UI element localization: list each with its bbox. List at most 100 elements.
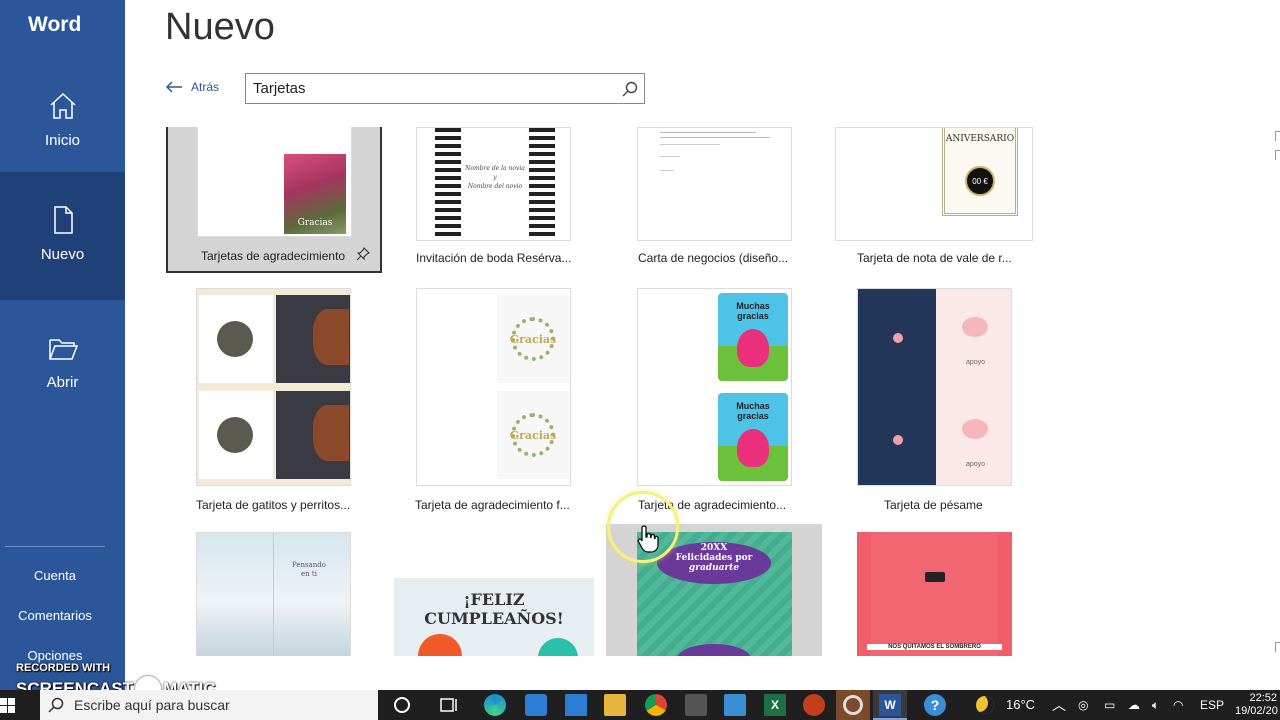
taskbar-search-placeholder: Escribe aquí para buscar — [74, 697, 230, 713]
home-icon — [49, 92, 76, 119]
pin-icon[interactable] — [356, 247, 370, 261]
calculator-icon[interactable] — [685, 694, 707, 716]
template-tile[interactable]: Carta de negocios (diseño... — [636, 127, 806, 267]
help-icon[interactable]: ? — [924, 694, 946, 716]
word-icon: W — [879, 694, 901, 716]
back-button[interactable]: Atrás — [165, 80, 219, 94]
thumb-text: apoyo — [965, 461, 986, 468]
thumb-text: Muchas — [736, 401, 770, 411]
template-tile[interactable]: ¡FELIZ CUMPLEAÑOS! — [394, 578, 594, 656]
thumb-text: Nombre de la novia — [465, 165, 525, 172]
tray-clock[interactable]: 22:52 19/02/20 — [1235, 692, 1278, 718]
task-view-icon[interactable] — [438, 694, 460, 716]
tray-chevron-up-icon[interactable]: ︿ — [1052, 695, 1066, 715]
powerpoint-icon[interactable] — [803, 694, 825, 716]
scrollbar-tick[interactable] — [1275, 150, 1280, 160]
sidebar-link-options[interactable]: Opciones — [0, 648, 110, 663]
chrome-icon[interactable] — [645, 694, 667, 716]
back-label: Atrás — [191, 80, 220, 94]
template-label: Tarjeta de gatitos y perritos... — [196, 498, 351, 512]
nav-home-label: Inicio — [44, 132, 81, 149]
thumb-text: Pensando — [291, 561, 326, 569]
mail-icon[interactable] — [565, 694, 587, 716]
template-thumbnail: ¡FELIZ CUMPLEAÑOS! — [394, 578, 594, 656]
template-tile[interactable]: ANIVERSARIO 00 € Tarjeta de nota de vale… — [835, 127, 1035, 267]
nav-open[interactable]: Abrir — [0, 300, 125, 428]
template-thumbnail — [196, 288, 351, 486]
hand-cursor-icon — [637, 525, 659, 553]
thumb-text: en ti — [301, 570, 317, 578]
tray-volume-icon[interactable]: 🔈︎ — [1152, 698, 1159, 713]
thumb-text: gracias — [737, 411, 769, 421]
tray-wifi-icon[interactable]: ◠ — [1173, 698, 1183, 712]
sidebar-link-feedback[interactable]: Comentarios — [0, 608, 110, 623]
nav-new[interactable]: Nuevo — [0, 172, 125, 300]
weather-moon-icon — [976, 696, 994, 714]
template-tile[interactable]: Pensando en ti — [196, 532, 356, 656]
excel-icon[interactable]: X — [764, 694, 786, 716]
word-app-button[interactable]: W — [873, 690, 907, 720]
nav-home[interactable]: Inicio — [0, 58, 125, 186]
input-language[interactable]: ESP — [1200, 698, 1224, 712]
template-tile[interactable]: Muchas gracias Muchas gracias Tarjeta de… — [636, 288, 806, 518]
sidebar-link-account[interactable]: Cuenta — [0, 568, 110, 583]
template-search-box[interactable]: Tarjetas — [245, 73, 645, 104]
template-label: Tarjetas de agradecimiento — [201, 249, 346, 263]
scrollbar-tick[interactable] — [1275, 642, 1280, 652]
search-input[interactable]: Tarjetas — [246, 80, 616, 97]
windows-start-icon[interactable] — [0, 698, 16, 714]
thumb-text: Gracias — [297, 218, 333, 228]
arrow-left-icon — [165, 81, 182, 93]
thumb-text: apoyo — [965, 359, 986, 366]
search-icon — [622, 81, 638, 96]
nav-open-label: Abrir — [46, 374, 79, 391]
tray-network-icon[interactable]: ▭ — [1104, 698, 1115, 712]
screencast-app-button[interactable] — [836, 690, 870, 720]
template-tile[interactable]: Nombre de la novia y Nombre del novio In… — [415, 127, 575, 267]
template-tile[interactable]: Gracias Tarjetas de agradecimiento — [166, 127, 382, 273]
word-new-screen: Word Inicio Nuevo Abrir Cuenta Comentari… — [0, 0, 1280, 720]
sidebar-divider — [5, 546, 105, 547]
template-thumbnail: Gracias Gracias — [416, 288, 571, 486]
folder-open-icon — [48, 339, 78, 360]
template-label: Tarjeta de pésame — [884, 498, 983, 512]
thumb-text: gracias — [737, 311, 769, 321]
template-label: Invitación de boda Resérva... — [416, 251, 572, 265]
tray-onedrive-icon[interactable]: ☁ — [1128, 698, 1140, 712]
photos-icon[interactable] — [724, 694, 746, 716]
template-label: Carta de negocios (diseño... — [638, 251, 789, 265]
thumb-text: y — [493, 174, 497, 181]
tray-location-icon[interactable]: ◎ — [1078, 698, 1088, 712]
taskbar-search-box[interactable]: Escribe aquí para buscar — [40, 690, 378, 720]
thumb-text: graduarte — [688, 563, 740, 573]
template-tile[interactable]: apoyo apoyo Tarjeta de pésame — [856, 288, 1026, 518]
template-thumbnail — [637, 127, 792, 241]
thumb-text: NOS QUITAMOS EL SOMBRERO — [867, 644, 1002, 650]
backstage-sidebar: Word Inicio Nuevo Abrir Cuenta Comentari… — [0, 0, 125, 690]
weather-temperature[interactable]: 16°C — [1006, 697, 1035, 712]
page-title: Nuevo — [165, 6, 275, 48]
cortana-icon[interactable] — [391, 694, 413, 716]
template-thumbnail: ANIVERSARIO 00 € — [835, 127, 1033, 241]
search-icon — [48, 697, 64, 713]
store-icon[interactable] — [525, 694, 547, 716]
edge-browser-icon[interactable] — [484, 694, 506, 716]
thumb-text: Nombre del novio — [467, 183, 523, 190]
template-thumbnail: Pensando en ti — [196, 532, 351, 656]
thumb-text: Felicidades por — [675, 553, 753, 563]
file-explorer-icon[interactable] — [604, 694, 626, 716]
template-thumbnail: Gracias — [197, 127, 352, 237]
template-label: Tarjeta de agradecimiento f... — [415, 498, 570, 512]
template-tile[interactable]: NOS QUITAMOS EL SOMBRERO — [856, 532, 1016, 656]
new-document-icon — [53, 206, 73, 234]
template-tile[interactable]: Tarjeta de gatitos y perritos... — [196, 288, 386, 518]
nav-new-label: Nuevo — [40, 246, 85, 263]
template-tile[interactable]: Gracias Gracias Tarjeta de agradecimient… — [415, 288, 585, 518]
template-gallery: Gracias Tarjetas de agradecimiento Nombr… — [125, 127, 1275, 656]
thumb-text: Gracias — [509, 333, 557, 346]
search-button[interactable] — [616, 74, 644, 103]
scrollbar-tick[interactable] — [1275, 131, 1280, 141]
template-label: Tarjeta de nota de vale de r... — [857, 251, 1012, 265]
thumb-title: ANIVERSARIO — [945, 134, 1015, 144]
windows-taskbar: Escribe aquí para buscar X W ? 16°C ︿ ◎ … — [0, 690, 1280, 720]
